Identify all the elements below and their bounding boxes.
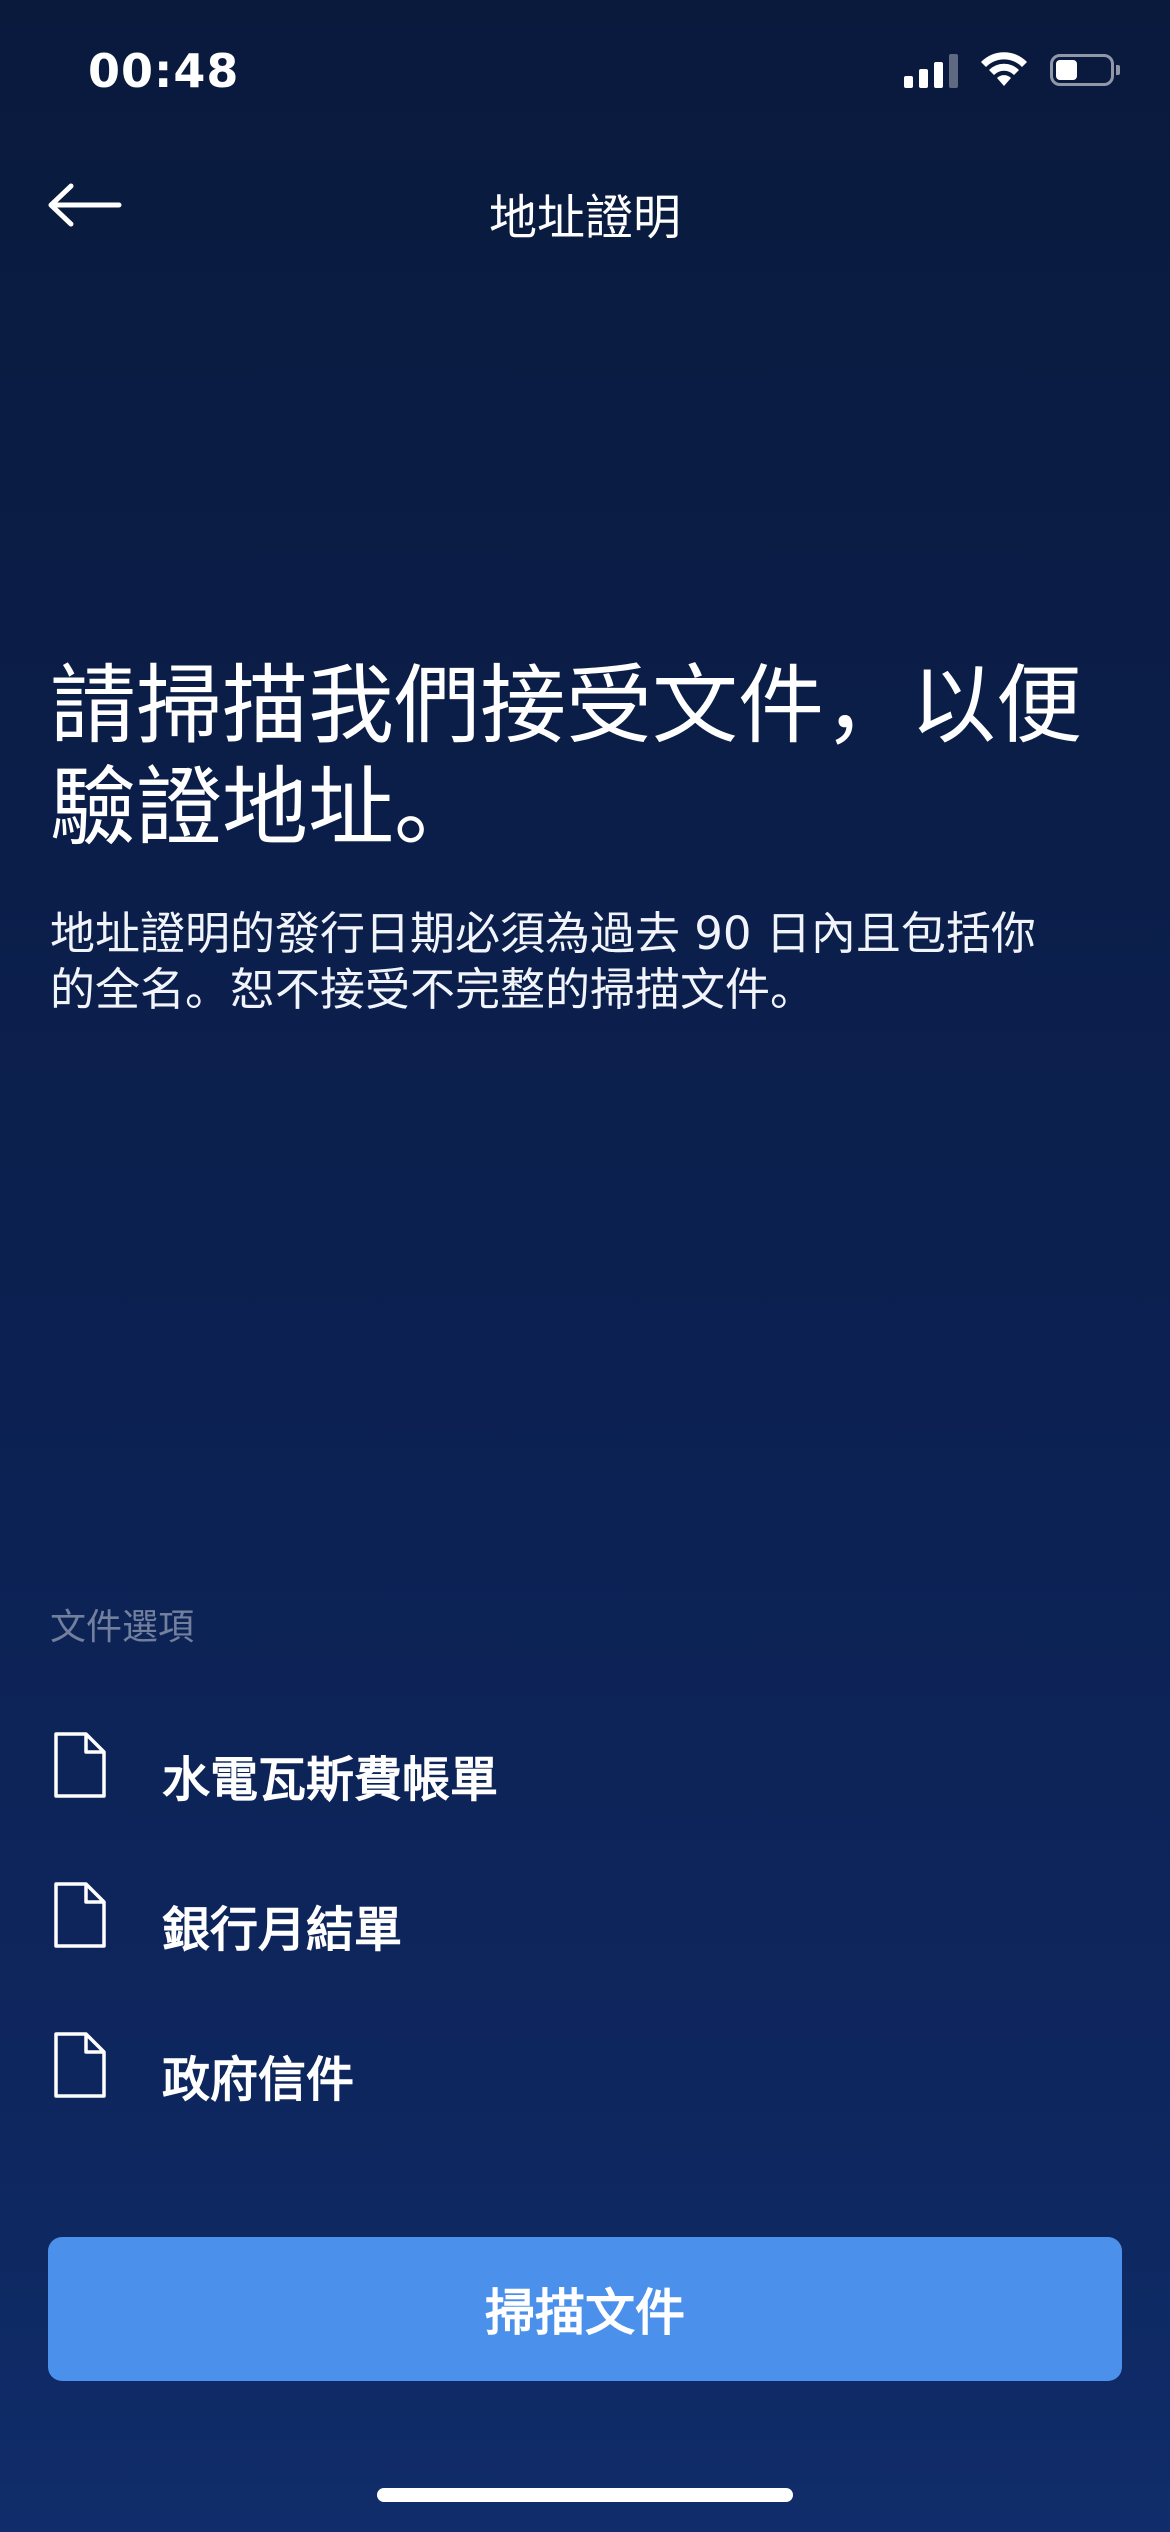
option-label: 水電瓦斯費帳單 xyxy=(162,1752,499,1808)
scan-document-button[interactable]: 掃描文件 xyxy=(48,2237,1122,2381)
list-item-bank-statement: 銀行月結單 xyxy=(0,1840,1170,1990)
list-item-government-letter: 政府信件 xyxy=(0,1990,1170,2140)
battery-icon xyxy=(1050,54,1120,86)
page-title: 地址證明 xyxy=(488,190,681,246)
description: 地址證明的發行日期必須為過去 90 日內且包括你 的全名。恕不接受不完整的掃描文… xyxy=(50,906,1120,1018)
option-label: 政府信件 xyxy=(162,2052,355,2108)
document-icon xyxy=(54,1882,106,1948)
document-options-list: 水電瓦斯費帳單 銀行月結單 政府信件 xyxy=(0,1690,1170,2140)
description-line-2: 的全名。恕不接受不完整的掃描文件。 xyxy=(50,963,816,1016)
headline-line-2: 驗證地址。 xyxy=(50,758,480,858)
home-indicator[interactable] xyxy=(377,2488,793,2502)
document-icon xyxy=(54,2032,106,2098)
status-bar: 00:48 xyxy=(0,0,1170,150)
battery-level xyxy=(1056,60,1077,80)
status-time: 00:48 xyxy=(88,44,240,98)
wifi-icon xyxy=(981,52,1027,86)
navigation-bar: 地址證明 xyxy=(0,160,1170,250)
options-heading: 文件選項 xyxy=(50,1607,195,1648)
headline-line-1: 請掃描我們接受文件，以便 xyxy=(50,656,1082,756)
description-line-1: 地址證明的發行日期必須為過去 90 日內且包括你 xyxy=(50,907,1036,960)
headline: 請掃描我們接受文件，以便 驗證地址。 xyxy=(50,655,1120,859)
cellular-signal-icon xyxy=(904,52,958,88)
status-icons xyxy=(904,52,1120,88)
option-label: 銀行月結單 xyxy=(162,1902,403,1958)
list-item-utility-bill: 水電瓦斯費帳單 xyxy=(0,1690,1170,1840)
document-icon xyxy=(54,1732,106,1798)
